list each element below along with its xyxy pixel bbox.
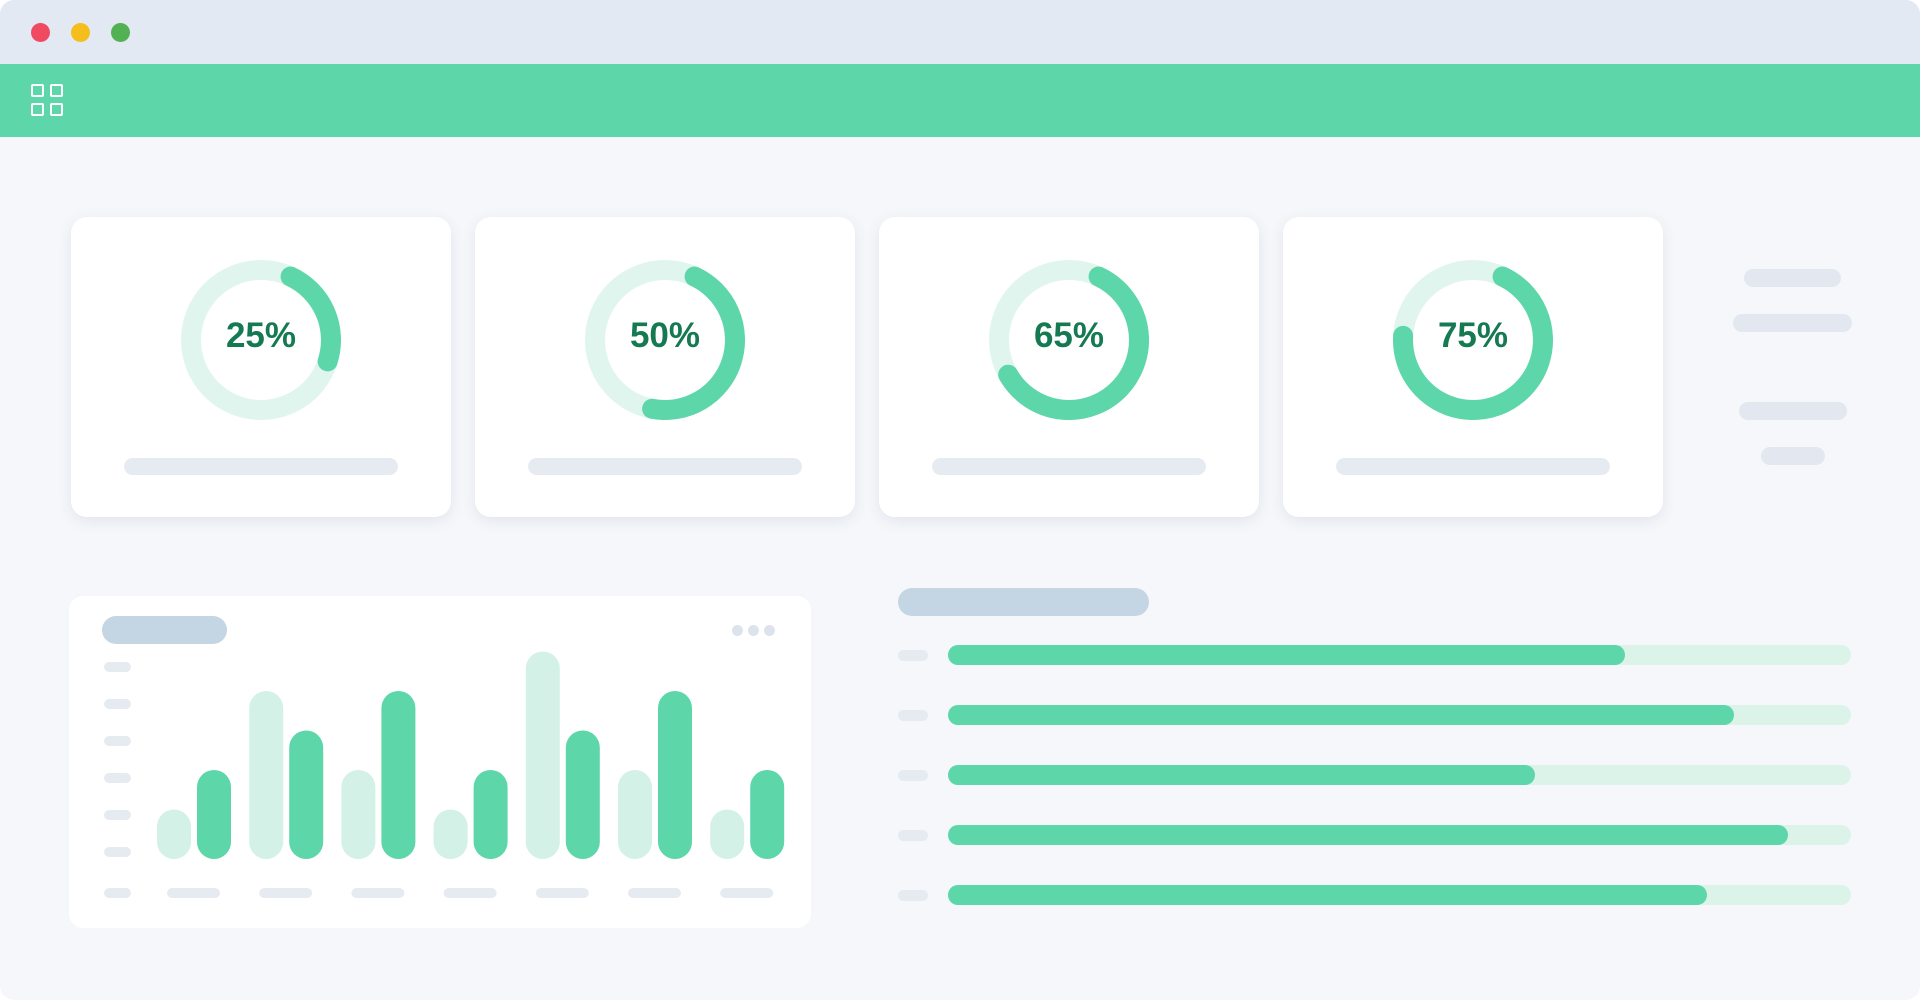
chart-bar bbox=[710, 809, 745, 859]
bar-chart bbox=[104, 651, 785, 898]
x-tick-placeholder bbox=[443, 888, 497, 898]
progress-row bbox=[898, 825, 1852, 845]
grid-icon[interactable] bbox=[31, 84, 65, 118]
progress-track bbox=[948, 825, 1851, 845]
list-title-placeholder bbox=[898, 588, 1149, 616]
progress-fill bbox=[948, 765, 1535, 785]
progress-fill bbox=[948, 705, 1734, 725]
chart-bar bbox=[433, 809, 468, 859]
progress-track bbox=[948, 645, 1851, 665]
stat-card[interactable]: 50% bbox=[475, 217, 855, 517]
stat-percent: 75% bbox=[1437, 316, 1509, 355]
stat-card[interactable]: 25% bbox=[71, 217, 451, 517]
minimize-window-button[interactable] bbox=[71, 23, 90, 42]
close-window-button[interactable] bbox=[31, 23, 50, 42]
progress-row bbox=[898, 705, 1852, 725]
app-header bbox=[0, 64, 1920, 137]
progress-track bbox=[948, 705, 1851, 725]
progress-row bbox=[898, 885, 1852, 905]
x-tick-placeholder bbox=[628, 888, 681, 898]
progress-fill bbox=[948, 645, 1626, 665]
chart-bar bbox=[750, 770, 785, 859]
row-label-placeholder bbox=[898, 830, 928, 841]
title-bar bbox=[0, 0, 1920, 64]
y-tick-placeholder bbox=[104, 847, 131, 857]
stat-percent: 25% bbox=[225, 316, 297, 355]
row-label-placeholder bbox=[898, 890, 928, 901]
chart-bar bbox=[473, 770, 508, 859]
y-tick-placeholder bbox=[104, 810, 131, 820]
progress-fill bbox=[948, 825, 1788, 845]
progress-row bbox=[898, 645, 1852, 665]
chart-bar bbox=[157, 809, 191, 859]
x-tick-placeholder bbox=[351, 888, 405, 898]
stat-card[interactable]: 65% bbox=[879, 217, 1259, 517]
bar-chart-panel bbox=[69, 596, 811, 928]
stat-percent: 50% bbox=[629, 316, 701, 355]
chart-bar bbox=[289, 730, 324, 859]
text-placeholder bbox=[1739, 402, 1847, 420]
x-tick-placeholder bbox=[720, 888, 774, 898]
chart-bar bbox=[658, 691, 692, 859]
chart-bar bbox=[341, 770, 376, 859]
progress-fill bbox=[948, 885, 1707, 905]
x-tick-placeholder bbox=[259, 888, 313, 898]
stat-label-placeholder bbox=[1336, 458, 1610, 475]
text-placeholder bbox=[1733, 314, 1852, 332]
row-label-placeholder bbox=[898, 710, 928, 721]
stat-percent: 65% bbox=[1033, 316, 1105, 355]
chart-bar bbox=[249, 691, 284, 859]
chart-bar bbox=[618, 770, 652, 859]
text-placeholder bbox=[1761, 447, 1825, 465]
chart-bar bbox=[565, 730, 600, 859]
row-label-placeholder bbox=[898, 770, 928, 781]
axis-origin-placeholder bbox=[104, 888, 131, 898]
maximize-window-button[interactable] bbox=[111, 23, 130, 42]
y-tick-placeholder bbox=[104, 773, 131, 783]
row-label-placeholder bbox=[898, 650, 928, 661]
stat-label-placeholder bbox=[528, 458, 802, 475]
progress-row bbox=[898, 765, 1852, 785]
chart-bar bbox=[197, 770, 231, 859]
y-tick-placeholder bbox=[104, 662, 131, 672]
text-placeholder bbox=[1744, 269, 1841, 287]
stat-label-placeholder bbox=[932, 458, 1206, 475]
browser-window: 25% 50% 65% 75% bbox=[0, 0, 1920, 1000]
x-tick-placeholder bbox=[167, 888, 220, 898]
stat-label-placeholder bbox=[124, 458, 398, 475]
y-tick-placeholder bbox=[104, 736, 131, 746]
y-tick-placeholder bbox=[104, 699, 131, 709]
stat-card[interactable]: 75% bbox=[1283, 217, 1663, 517]
chart-bar bbox=[525, 651, 560, 859]
chart-bar bbox=[381, 691, 416, 859]
x-tick-placeholder bbox=[535, 888, 589, 898]
progress-track bbox=[948, 885, 1851, 905]
progress-track bbox=[948, 765, 1851, 785]
